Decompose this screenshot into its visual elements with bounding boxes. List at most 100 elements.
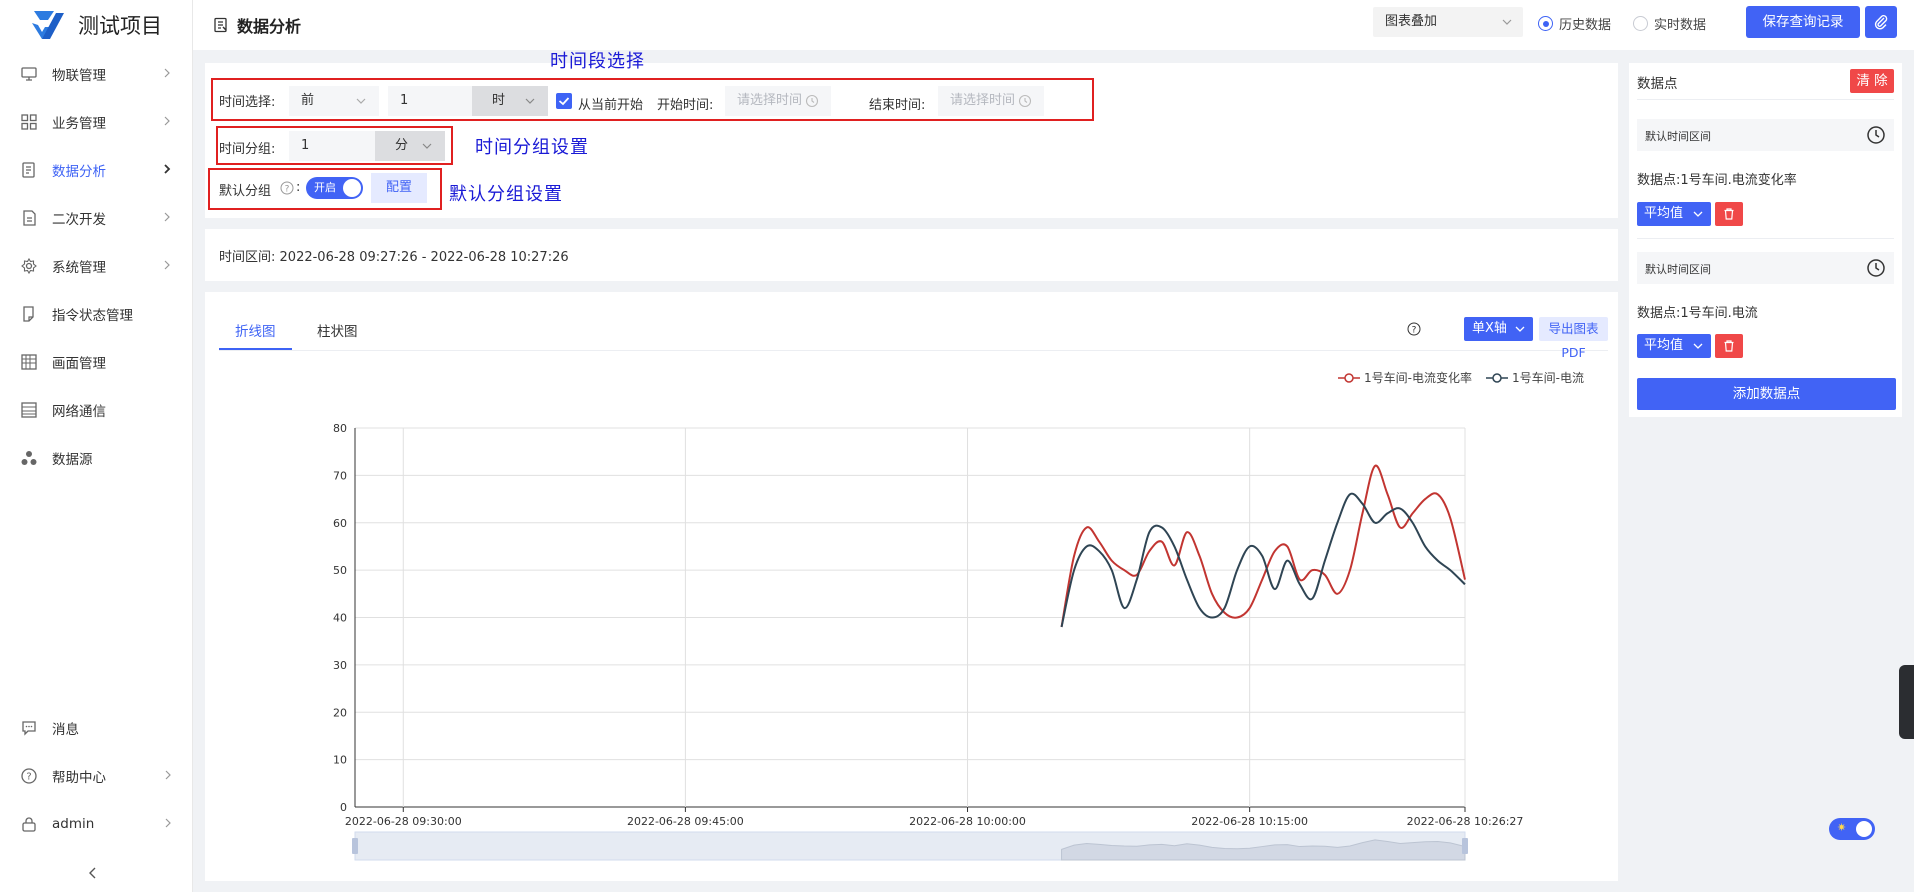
theme-toggle[interactable]: ✷ [1829,818,1875,840]
data-point-name: 数据点:1号车间.电流 [1637,306,1758,321]
toggle-knob [1856,821,1872,837]
aggregation-select[interactable]: 平均值 [1637,202,1711,226]
command-icon [20,305,38,323]
sidebar-item-label: 指令状态管理 [52,308,133,324]
y-tick-label: 60 [333,517,347,530]
sidebar-item-label: 二次开发 [52,212,106,228]
topbar: 数据分析 图表叠加 历史数据 实时数据 保存查询记录 [193,0,1914,50]
sidebar-bottom-item-0[interactable]: 消息 [0,704,193,752]
range-text: 时间区间: 2022-06-28 09:27:26 - 2022-06-28 1… [219,246,569,265]
save-query-button[interactable]: 保存查询记录 [1746,6,1860,38]
trash-icon [1724,208,1734,220]
sidebar-item-0[interactable]: 物联管理 [0,50,192,98]
y-tick-label: 30 [333,659,347,672]
paperclip-icon [1874,15,1888,30]
sidebar-item-1[interactable]: 业务管理 [0,98,192,146]
group-annotation: 时间分组设置 [475,137,589,158]
document-icon [214,17,227,33]
x-tick-label: 2022-06-28 09:30:00 [345,815,462,828]
sidebar-item-label: 帮助中心 [52,770,106,786]
radio-history-label: 历史数据 [1559,18,1612,33]
data-point-name: 数据点:1号车间.电流变化率 [1637,173,1797,188]
y-tick-label: 70 [333,469,347,482]
page-title: 数据分析 [213,13,301,37]
range-label: 时间区间: [219,250,276,265]
aggregation-value: 平均值 [1644,206,1684,221]
sidebar-item-label: admin [52,816,95,832]
clear-button[interactable]: 清 除 [1850,69,1894,93]
chevron-right-icon [164,68,170,78]
sidebar-nav: 物联管理业务管理数据分析二次开发系统管理指令状态管理 画面管理网络通信数据源 [0,50,192,482]
filter-panel: 时间选择: 前 1 时 从当前开始 开始时间: 请选择时间 结束时间: 请选择时… [205,51,1618,218]
chart-overlay-select[interactable]: 图表叠加 [1373,7,1523,37]
sidebar-item-7[interactable]: 网络通信 [0,386,192,434]
svg-text:?: ? [26,772,31,783]
sidebar-bottom-nav: 消息? 帮助中心 admin [0,704,193,848]
sidebar-item-4[interactable]: 系统管理 [0,242,192,290]
chevron-right-icon [164,116,170,126]
range-highlight-box [211,78,1094,121]
range-panel: 时间区间: 2022-06-28 09:27:26 - 2022-06-28 1… [205,229,1618,281]
sidebar-item-label: 系统管理 [52,260,106,276]
radio-realtime-label: 实时数据 [1654,18,1707,33]
logo[interactable]: 测试项目 [0,0,192,50]
sidebar-item-5[interactable]: 指令状态管理 [0,290,192,338]
chevron-right-icon [164,164,171,174]
side-drawer-handle[interactable] [1899,665,1914,739]
group-highlight-box [216,126,453,165]
y-tick-label: 80 [333,422,347,435]
chevron-down-icon [1502,19,1512,25]
y-tick-label: 0 [340,801,347,814]
radio-dot [1538,16,1553,31]
help-icon: ? [20,767,38,785]
logo-icon [32,11,64,39]
y-tick-label: 50 [333,564,347,577]
chevron-right-icon [165,818,171,828]
message-icon [20,719,38,737]
interval-caption: 默认时间区间 [1645,130,1711,143]
clock-icon[interactable] [1866,258,1886,278]
aggregation-select[interactable]: 平均值 [1637,334,1711,358]
chart-overlay-value: 图表叠加 [1385,14,1438,29]
x-tick-label: 2022-06-28 10:15:00 [1191,815,1308,828]
collapse-sidebar-icon[interactable] [86,866,100,880]
gear-icon [20,257,38,275]
attach-button[interactable] [1865,6,1897,38]
sidebar-item-label: 画面管理 [52,356,106,372]
sidebar-item-8[interactable]: 数据源 [0,434,192,482]
chart-panel: 折线图 柱状图 ? 单X轴 导出图表PDF 1号车间-电流变化率 1号车间-电流… [205,292,1618,881]
default-group-annotation: 默认分组设置 [449,184,563,205]
sidebar-item-label: 物联管理 [52,68,106,84]
sidebar-item-label: 业务管理 [52,116,106,132]
delete-point-button[interactable] [1715,334,1743,358]
radio-dot [1633,16,1648,31]
data-points-title: 数据点 [1637,76,1678,92]
sidebar-bottom-item-1[interactable]: ? 帮助中心 [0,752,193,800]
y-tick-label: 20 [333,706,347,719]
app-title: 测试项目 [78,14,162,38]
dev-icon [20,209,38,227]
chevron-down-icon [1693,211,1703,217]
page-title-text: 数据分析 [237,17,302,36]
sidebar-item-3[interactable]: 二次开发 [0,194,192,242]
sidebar-item-6[interactable]: 画面管理 [0,338,192,386]
x-tick-label: 2022-06-28 10:26:27 [1407,815,1524,828]
sun-icon: ✷ [1837,821,1847,834]
line-chart[interactable]: 0 10 20 30 40 50 60 70 80 2022-06-28 09:30:00 2022… [205,292,1618,881]
sidebar-item-2[interactable]: 数据分析 [0,146,192,194]
divider [1637,238,1894,239]
grid-icon [20,113,38,131]
network-icon [20,401,38,419]
divider [1637,99,1894,100]
clock-icon[interactable] [1866,125,1886,145]
delete-point-button[interactable] [1715,202,1743,226]
sidebar-item-label: 数据源 [52,452,93,468]
app-root: 测试项目 物联管理 业务管理 数据分析 二次开发 系统管理 指令状态管理 画面管理 网络通信数… [0,0,1914,892]
chevron-right-icon [165,770,171,780]
aggregation-value: 平均值 [1644,338,1684,353]
radio-history-data[interactable]: 历史数据 [1538,14,1611,33]
sidebar-bottom-item-2[interactable]: admin [0,800,193,848]
add-data-point-button[interactable]: 添加数据点 [1637,378,1896,410]
x-tick-label: 2022-06-28 09:45:00 [627,815,744,828]
radio-realtime-data[interactable]: 实时数据 [1633,14,1706,33]
